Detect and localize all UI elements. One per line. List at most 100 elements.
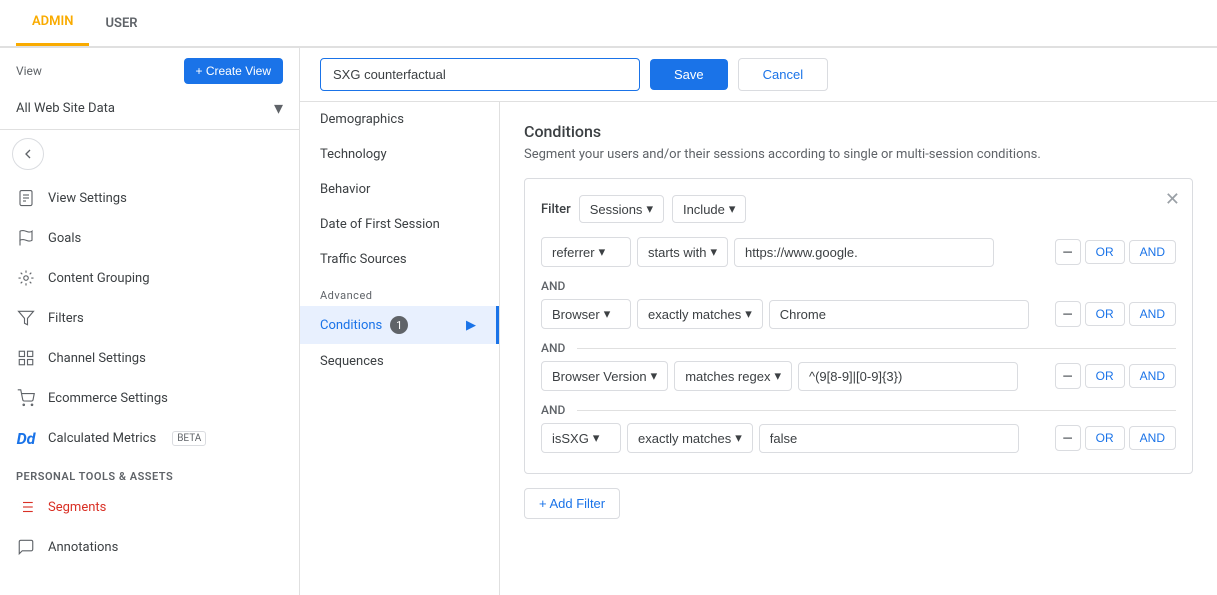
value-input-1[interactable] (734, 238, 994, 267)
sidebar-item-segments[interactable]: Segments (0, 487, 299, 527)
sidebar-item-goals[interactable]: Goals (0, 218, 299, 258)
view-name: All Web Site Data (16, 101, 115, 116)
operator-dropdown-2[interactable]: exactly matches▾ (637, 299, 763, 329)
value-input-4[interactable] (759, 424, 1019, 453)
and-separator-2: AND (541, 335, 1176, 361)
or-row4-button[interactable]: OR (1085, 426, 1125, 450)
sessions-dropdown[interactable]: Sessions▾ (579, 195, 664, 223)
flag-icon (16, 228, 36, 248)
row1-actions: − OR AND (1055, 239, 1176, 265)
conditions-panel: Conditions Segment your users and/or the… (500, 102, 1217, 595)
cancel-button[interactable]: Cancel (738, 58, 828, 91)
metrics-icon: Dd (16, 428, 36, 448)
sidebar-label-filters: Filters (48, 311, 84, 326)
tab-admin[interactable]: ADMIN (16, 0, 89, 46)
left-sidebar: View + Create View All Web Site Data ▾ V… (0, 48, 300, 595)
condition-row-1: referrer▾ starts with▾ − OR AND (541, 237, 1176, 267)
row2-actions: − OR AND (1055, 301, 1176, 327)
conditions-label: Conditions (320, 318, 382, 333)
sub-header: Save Cancel (300, 48, 1217, 102)
view-dropdown-arrow[interactable]: ▾ (274, 98, 283, 119)
and-row1-button[interactable]: AND (1129, 240, 1176, 264)
segments-icon (16, 497, 36, 517)
middle-nav-item-date-first-session[interactable]: Date of First Session (300, 207, 499, 242)
middle-nav-item-behavior[interactable]: Behavior (300, 172, 499, 207)
sidebar-item-filters[interactable]: Filters (0, 298, 299, 338)
or-row1-button[interactable]: OR (1085, 240, 1125, 264)
and-separator-3: AND (541, 397, 1176, 423)
top-nav: ADMIN USER (0, 0, 1217, 48)
condition-row-3: Browser Version▾ matches regex▾ − OR AND (541, 361, 1176, 391)
middle-nav-item-sequences[interactable]: Sequences (300, 344, 499, 379)
sidebar-item-ecommerce-settings[interactable]: Ecommerce Settings (0, 378, 299, 418)
and-row4-button[interactable]: AND (1129, 426, 1176, 450)
condition-row-4: isSXG▾ exactly matches▾ − OR AND (541, 423, 1176, 453)
create-view-button[interactable]: + Create View (184, 58, 284, 84)
operator-dropdown-4[interactable]: exactly matches▾ (627, 423, 753, 453)
field-dropdown-issxg[interactable]: isSXG▾ (541, 423, 621, 453)
or-row3-button[interactable]: OR (1085, 364, 1125, 388)
operator-dropdown-3[interactable]: matches regex▾ (674, 361, 792, 391)
remove-row2-button[interactable]: − (1055, 301, 1081, 327)
document-icon (16, 188, 36, 208)
cart-icon (16, 388, 36, 408)
value-input-3[interactable] (798, 362, 1018, 391)
remove-row4-button[interactable]: − (1055, 425, 1081, 451)
sidebar-label-view-settings: View Settings (48, 191, 127, 206)
and-label-2: AND (541, 341, 565, 355)
sidebar-label-channel-settings: Channel Settings (48, 351, 146, 366)
field-dropdown-browser[interactable]: Browser▾ (541, 299, 631, 329)
field-dropdown-referrer[interactable]: referrer▾ (541, 237, 631, 267)
row3-actions: − OR AND (1055, 363, 1176, 389)
add-filter-button[interactable]: + Add Filter (524, 488, 620, 519)
sidebar-item-content-grouping[interactable]: Content Grouping (0, 258, 299, 298)
middle-nav-item-technology[interactable]: Technology (300, 137, 499, 172)
conditions-title: Conditions (524, 122, 1193, 141)
middle-nav-item-traffic-sources[interactable]: Traffic Sources (300, 242, 499, 277)
filter-icon (16, 308, 36, 328)
include-dropdown[interactable]: Include▾ (672, 195, 746, 223)
row4-actions: − OR AND (1055, 425, 1176, 451)
middle-nav: Demographics Technology Behavior Date of… (300, 102, 500, 595)
advanced-divider: Advanced (300, 277, 499, 306)
content-icon (16, 268, 36, 288)
segment-name-input[interactable] (320, 58, 640, 91)
and-separator-1: AND (541, 273, 1176, 299)
sidebar-item-view-settings[interactable]: View Settings (0, 178, 299, 218)
beta-badge: BETA (172, 431, 206, 446)
channel-icon (16, 348, 36, 368)
conditions-desc: Segment your users and/or their sessions… (524, 147, 1193, 162)
right-content: Save Cancel Demographics Technology Beha… (300, 48, 1217, 595)
back-button[interactable] (12, 138, 44, 170)
sidebar-label-segments: Segments (48, 500, 106, 515)
sidebar-label-content-grouping: Content Grouping (48, 271, 150, 286)
sidebar-item-channel-settings[interactable]: Channel Settings (0, 338, 299, 378)
sidebar-label-annotations: Annotations (48, 540, 118, 555)
condition-row-2: Browser▾ exactly matches▾ − OR AND (541, 299, 1176, 329)
sidebar-item-annotations[interactable]: Annotations (0, 527, 299, 567)
filter-header-row: Filter Sessions▾ Include▾ ✕ (541, 195, 1176, 223)
and-row3-button[interactable]: AND (1129, 364, 1176, 388)
annotations-icon (16, 537, 36, 557)
or-row2-button[interactable]: OR (1085, 302, 1125, 326)
remove-row3-button[interactable]: − (1055, 363, 1081, 389)
conditions-badge: 1 (390, 316, 408, 334)
sidebar-label-ecommerce-settings: Ecommerce Settings (48, 391, 168, 406)
sidebar-label-goals: Goals (48, 231, 81, 246)
tab-user[interactable]: USER (89, 2, 153, 45)
filter-close-button[interactable]: ✕ (1165, 191, 1180, 209)
and-row2-button[interactable]: AND (1129, 302, 1176, 326)
middle-nav-item-demographics[interactable]: Demographics (300, 102, 499, 137)
remove-row1-button[interactable]: − (1055, 239, 1081, 265)
operator-dropdown-1[interactable]: starts with▾ (637, 237, 728, 267)
sidebar-label-calculated-metrics: Calculated Metrics (48, 431, 156, 446)
save-button[interactable]: Save (650, 59, 728, 90)
chevron-right-icon: ▶ (466, 318, 476, 333)
sidebar-item-calculated-metrics[interactable]: Dd Calculated Metrics BETA (0, 418, 299, 458)
field-dropdown-browser-version[interactable]: Browser Version▾ (541, 361, 668, 391)
personal-tools-header: PERSONAL TOOLS & ASSETS (0, 458, 299, 487)
value-input-2[interactable] (769, 300, 1029, 329)
middle-nav-item-conditions[interactable]: Conditions 1 ▶ (300, 306, 499, 344)
filter-label: Filter (541, 202, 571, 217)
filter-block: Filter Sessions▾ Include▾ ✕ referrer▾ (524, 178, 1193, 474)
